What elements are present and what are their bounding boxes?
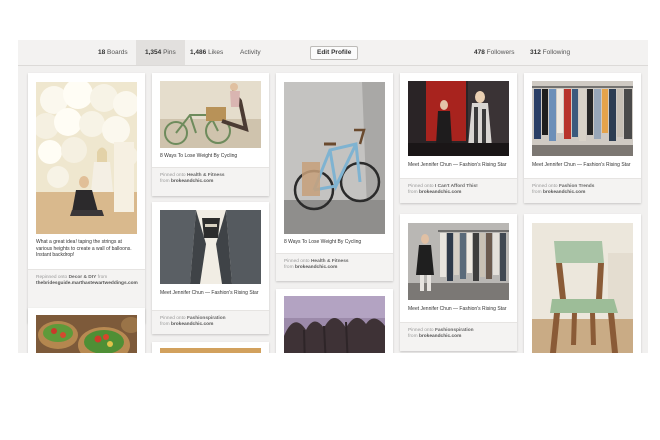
pin-verb: Pinned onto	[160, 316, 186, 321]
pin-card[interactable]	[28, 308, 145, 353]
from-word: from	[160, 179, 170, 185]
pin-attribution: Pinned onto I Can't Afford This! from bro…	[400, 178, 517, 203]
pin-description: Meet Jennifer Chun — Fashion's Rising St…	[160, 290, 259, 296]
source-link[interactable]: brokeandchic.com	[419, 190, 461, 195]
source-link[interactable]: thebridesguide.marthastewartweddings.com	[36, 281, 138, 286]
pin-image-fashion-runway[interactable]	[408, 81, 509, 156]
likes-count: 1,486	[190, 49, 207, 56]
likes-label: Likes	[208, 49, 224, 56]
boards-count: 18	[98, 49, 106, 56]
pin-card[interactable]: 8 Ways To Lose Weight By Cycling Pinned …	[152, 73, 269, 196]
board-link[interactable]: I Can't Afford This!	[435, 184, 478, 189]
followers-count: 478	[474, 49, 485, 56]
pin-card[interactable]	[276, 289, 393, 353]
from-word: from	[408, 334, 418, 340]
source-link[interactable]: brokeandchic.com	[295, 265, 337, 270]
pin-verb: Pinned onto	[284, 259, 310, 264]
from-word: from	[160, 322, 170, 328]
board-link[interactable]: Health & Fitness	[187, 173, 225, 178]
boards-label: Boards	[107, 49, 128, 56]
pinterest-profile-page: 18 Boards 1,354 Pins 1,486 Likes Activit…	[18, 40, 648, 353]
pin-image-dusk-trees[interactable]	[284, 296, 385, 353]
from-word: from	[408, 190, 418, 196]
pin-verb: Repinned onto	[36, 275, 68, 280]
following-label: Following	[542, 49, 571, 56]
activity-label: Activity	[240, 49, 261, 56]
pin-image-partial[interactable]	[160, 348, 261, 353]
pins-label: Pins	[163, 49, 176, 56]
pin-attribution: Pinned onto Fashionspiration from brokean…	[152, 310, 269, 334]
pin-image-bike-basket[interactable]	[160, 81, 261, 148]
pin-image-salad[interactable]	[36, 315, 137, 353]
source-link[interactable]: brokeandchic.com	[171, 179, 213, 184]
pin-card[interactable]: Meet Jennifer Chun — Fashion's Rising St…	[524, 73, 641, 203]
from-word: from	[284, 265, 294, 271]
pin-description: Meet Jennifer Chun — Fashion's Rising St…	[532, 162, 631, 168]
board-link[interactable]: Decor & DIY	[69, 275, 97, 280]
board-link[interactable]: Fashion Trends	[559, 184, 594, 189]
pin-description: Meet Jennifer Chun — Fashion's Rising St…	[408, 162, 507, 168]
following-count: 312	[530, 49, 541, 56]
pin-card[interactable]	[152, 342, 269, 353]
pin-verb: Pinned onto	[160, 173, 186, 178]
pin-description: Meet Jennifer Chun — Fashion's Rising St…	[408, 306, 507, 312]
pin-card[interactable]: Meet Jennifer Chun — Fashion's Rising St…	[400, 73, 517, 203]
pin-image-fashion-rack[interactable]	[532, 81, 633, 156]
pin-attribution: Pinned onto Fashionspiration from brokean…	[400, 322, 517, 351]
from-word: from	[532, 190, 542, 196]
pin-description: 8 Ways To Lose Weight By Cycling	[160, 153, 238, 159]
pin-attribution: Pinned onto Health & Fitness from brokean…	[152, 167, 269, 196]
pin-image-vintage-chair[interactable]	[532, 223, 633, 353]
edit-profile-button[interactable]: Edit Profile	[310, 46, 359, 60]
pin-card[interactable]: 8 Ways To Lose Weight By Cycling Pinned …	[276, 73, 393, 281]
pin-card[interactable]	[524, 214, 641, 353]
likes-tab[interactable]: 1,486 Likes	[190, 40, 223, 65]
pin-card[interactable]: Meet Jennifer Chun — Fashion's Rising St…	[152, 202, 269, 334]
pin-attribution: Pinned onto Fashion Trends from brokeandc…	[524, 178, 641, 203]
pin-verb: Pinned onto	[408, 184, 434, 189]
following-link[interactable]: 312 Following	[530, 40, 570, 65]
source-link[interactable]: brokeandchic.com	[419, 334, 461, 339]
board-link[interactable]: Fashionspiration	[435, 328, 474, 333]
from-word: from	[97, 275, 108, 280]
pin-image-blue-bicycle[interactable]	[284, 82, 385, 234]
source-link[interactable]: brokeandchic.com	[543, 190, 585, 195]
pin-verb: Pinned onto	[408, 328, 434, 333]
boards-tab[interactable]: 18 Boards	[98, 40, 128, 65]
pin-description: What a great idea! taping the strings at…	[36, 239, 132, 258]
pin-card[interactable]: What a great idea! taping the strings at…	[28, 73, 145, 323]
pin-image-balloons[interactable]	[36, 82, 137, 234]
pin-card[interactable]: Meet Jennifer Chun — Fashion's Rising St…	[400, 214, 517, 351]
source-link[interactable]: brokeandchic.com	[171, 322, 213, 327]
board-link[interactable]: Health & Fitness	[311, 259, 349, 264]
profile-nav-bar: 18 Boards 1,354 Pins 1,486 Likes Activit…	[18, 40, 648, 66]
pin-image-clothing-rack[interactable]	[408, 223, 509, 300]
pins-tab[interactable]: 1,354 Pins	[136, 40, 185, 65]
pin-image-jacket[interactable]	[160, 210, 261, 284]
activity-tab[interactable]: Activity	[240, 40, 261, 65]
followers-label: Followers	[486, 49, 515, 56]
pin-verb: Pinned onto	[532, 184, 558, 189]
board-link[interactable]: Fashionspiration	[187, 316, 226, 321]
pin-description: 8 Ways To Lose Weight By Cycling	[284, 239, 362, 245]
followers-link[interactable]: 478 Followers	[474, 40, 514, 65]
pins-count: 1,354	[145, 49, 162, 56]
pin-attribution: Pinned onto Health & Fitness from brokean…	[276, 253, 393, 281]
